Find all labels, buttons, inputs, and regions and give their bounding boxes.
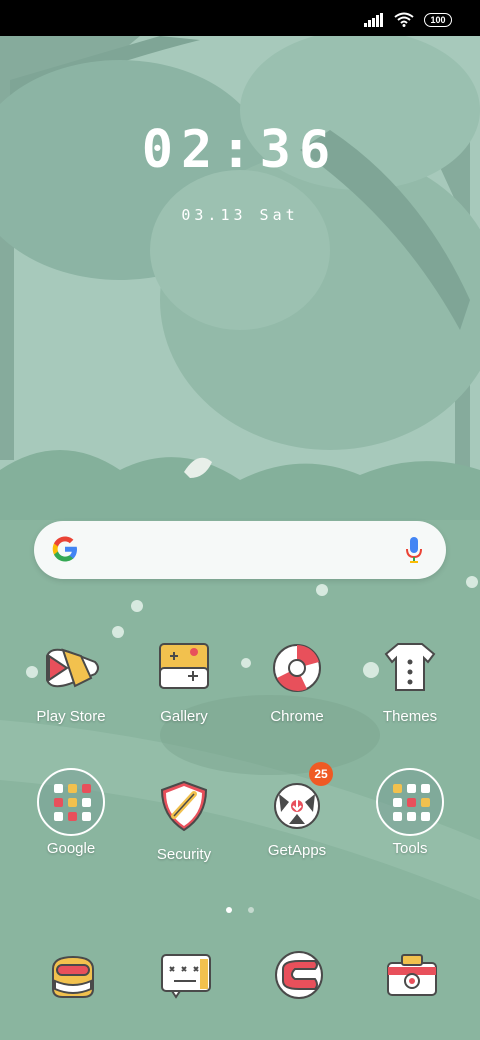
camera-icon[interactable] — [382, 945, 442, 1005]
app-label: Play Store — [36, 708, 106, 725]
app-label: Themes — [382, 708, 438, 725]
page-indicator — [0, 898, 480, 917]
clock-time: 02:36 — [141, 120, 339, 180]
tools-folder-icon — [376, 768, 444, 836]
google-folder-icon — [37, 768, 105, 836]
battery-icon: 100 — [424, 12, 452, 27]
app-getapps[interactable]: 25 GetApps — [242, 762, 352, 859]
themes-icon — [384, 643, 436, 691]
page-dot-active[interactable] — [226, 907, 233, 913]
gallery-icon — [159, 643, 209, 689]
app-label: GetApps — [267, 842, 327, 859]
play-store-icon — [46, 648, 99, 688]
app-label: Tools — [392, 840, 428, 857]
status-bar: 100 — [0, 0, 480, 36]
google-search-bar[interactable] — [34, 521, 446, 579]
clock-date: 03.13 Sat — [181, 206, 299, 224]
browser-icon[interactable] — [269, 945, 329, 1005]
app-chrome[interactable]: Chrome — [242, 638, 352, 725]
app-security[interactable]: Security — [129, 776, 239, 863]
folder-google[interactable]: Google — [16, 768, 126, 857]
app-gallery[interactable]: Gallery — [129, 638, 239, 725]
app-label: Chrome — [270, 708, 324, 725]
app-label: Google — [46, 840, 96, 857]
notification-badge: 25 — [309, 762, 333, 786]
folder-tools[interactable]: Tools — [355, 768, 465, 857]
app-label: Gallery — [160, 708, 208, 725]
microphone-icon[interactable] — [404, 535, 424, 565]
app-play-store[interactable]: Play Store — [16, 638, 126, 725]
chrome-icon — [273, 644, 321, 692]
wifi-icon — [394, 12, 414, 27]
app-label: Security — [156, 846, 212, 863]
google-g-icon — [52, 536, 77, 562]
page-dot[interactable] — [247, 907, 254, 913]
app-themes[interactable]: Themes — [355, 638, 465, 725]
signal-icon — [364, 12, 383, 27]
phone-icon[interactable] — [43, 945, 103, 1005]
messages-icon[interactable] — [156, 945, 216, 1005]
security-icon — [160, 780, 208, 832]
